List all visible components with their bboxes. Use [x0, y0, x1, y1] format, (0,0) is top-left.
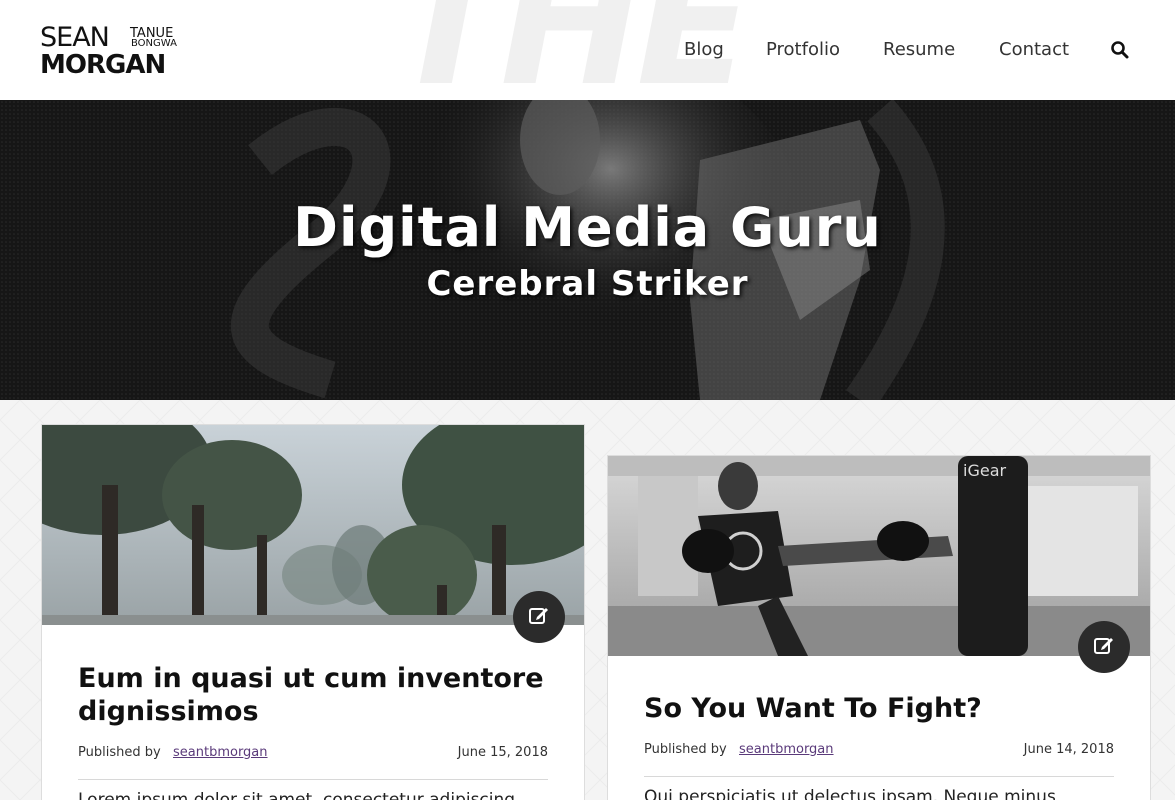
nav-portfolio[interactable]: Protfolio: [766, 38, 840, 62]
nav-blog[interactable]: Blog: [684, 38, 724, 62]
edit-icon: [528, 604, 550, 630]
post-title[interactable]: Eum in quasi ut cum inventore dignissimo…: [78, 662, 548, 728]
published-label: Published by: [644, 742, 727, 757]
site-header: THE SEAN TANUE BONGWA MORGAN Blog Protfo…: [0, 0, 1175, 100]
post-featured-image[interactable]: iGear: [608, 456, 1150, 656]
post-date: June 14, 2018: [1023, 742, 1114, 757]
hero-banner: Digital Media Guru Cerebral Striker: [0, 100, 1175, 400]
author-link[interactable]: seantbmorgan: [739, 742, 834, 757]
meta-divider: [644, 776, 1114, 777]
post-card: iGear So You Want To Fight? Published by…: [607, 455, 1151, 800]
published-label: Published by: [78, 745, 161, 760]
meta-divider: [78, 779, 548, 780]
main-nav: Blog Protfolio Resume Contact: [0, 38, 1175, 62]
edit-icon: [1093, 634, 1115, 660]
post-meta: Published by seantbmorgan June 14, 2018: [644, 742, 1114, 762]
svg-text:iGear: iGear: [963, 461, 1006, 480]
nav-contact[interactable]: Contact: [999, 38, 1069, 62]
edit-post-button[interactable]: [513, 591, 565, 643]
hero-title: Digital Media Guru: [293, 196, 882, 259]
search-icon[interactable]: [1110, 40, 1130, 60]
nav-resume[interactable]: Resume: [883, 38, 955, 62]
post-excerpt: Lorem ipsum dolor sit amet, consectetur …: [78, 790, 516, 800]
edit-post-button[interactable]: [1078, 621, 1130, 673]
post-excerpt: Qui perspiciatis ut delectus ipsam. Nequ…: [644, 787, 1056, 800]
post-date: June 15, 2018: [457, 745, 548, 760]
post-meta: Published by seantbmorgan June 15, 2018: [78, 745, 548, 765]
post-featured-image[interactable]: [42, 425, 584, 625]
author-link[interactable]: seantbmorgan: [173, 745, 268, 760]
post-card: Eum in quasi ut cum inventore dignissimo…: [41, 424, 585, 800]
hero-subtitle: Cerebral Striker: [426, 264, 749, 304]
post-title[interactable]: So You Want To Fight?: [644, 692, 1114, 725]
